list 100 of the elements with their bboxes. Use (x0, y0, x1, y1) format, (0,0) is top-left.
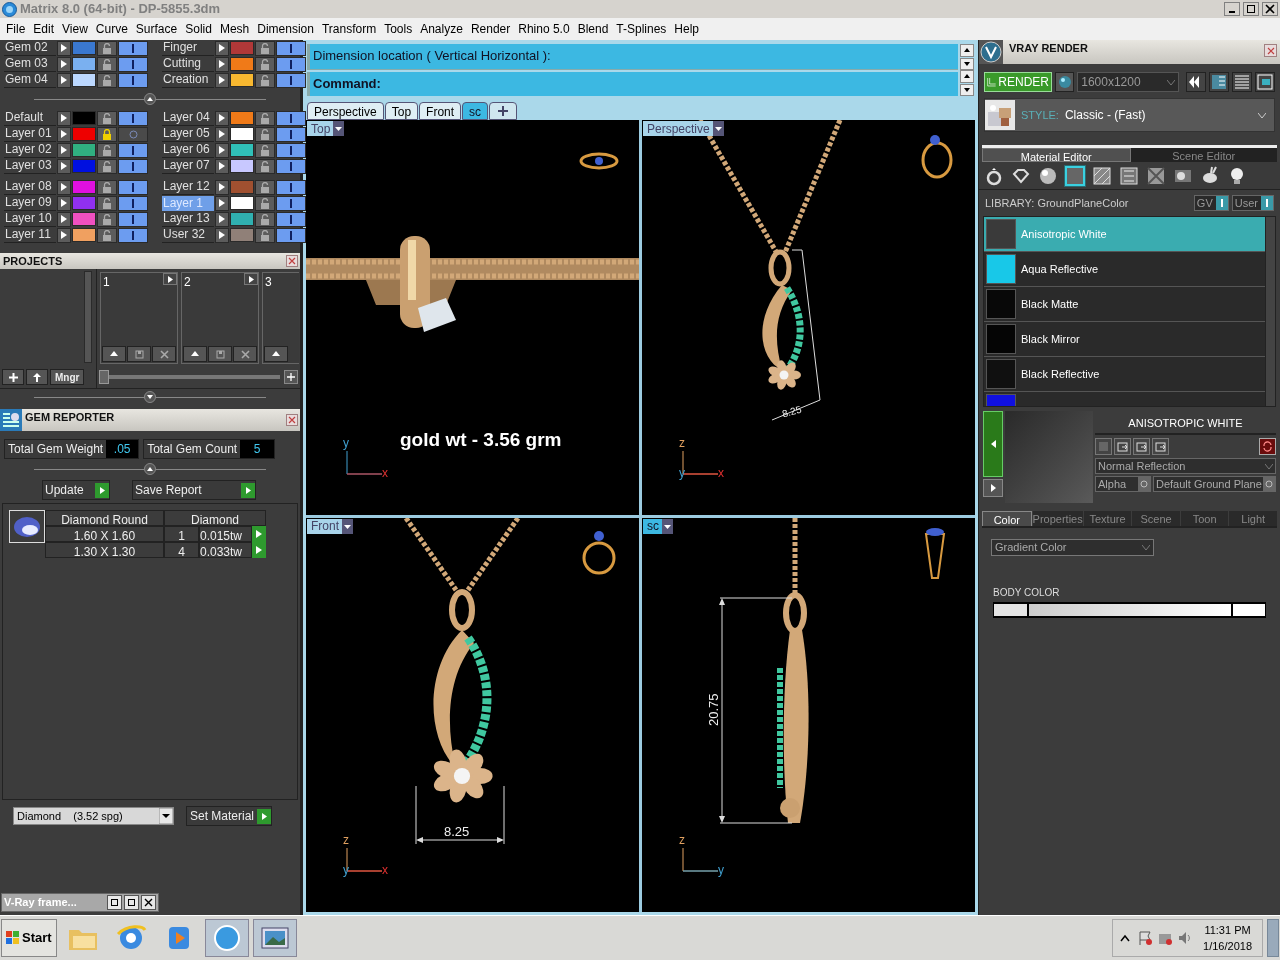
layer-name[interactable]: Gem 03 (4, 56, 56, 72)
editor-tab[interactable]: Scene Editor (1130, 148, 1277, 162)
layer-name[interactable]: Layer 12 (162, 179, 214, 195)
layer-name[interactable]: Cutting (162, 56, 214, 72)
library-toggle[interactable]: GV (1193, 195, 1229, 211)
layer-name[interactable]: Layer 10 (4, 211, 56, 227)
layer-name[interactable]: Layer 09 (4, 195, 56, 211)
weight-annotation: gold wt - 3.56 grm (400, 428, 562, 452)
viewport[interactable]: 20.75 sc z y (642, 517, 975, 912)
layer-name[interactable]: Layer 06 (162, 142, 214, 158)
axis-label: z (679, 834, 685, 846)
window-title: Matrix 8.0 (64-bit) - DP-5855.3dm (20, 0, 221, 19)
project-slot[interactable]: 2 (181, 272, 259, 364)
render-button[interactable]: RENDER (984, 72, 1052, 92)
menu-item[interactable]: File (2, 20, 30, 38)
menu-item[interactable]: Rhino 5.0 (514, 20, 574, 38)
axis-label: z (343, 834, 349, 846)
menu-item[interactable]: T-Splines (612, 20, 671, 38)
material-name: Black Reflective (1020, 366, 1100, 382)
layer-name[interactable]: Layer 13 (162, 211, 214, 227)
viewport-label[interactable]: Front (307, 518, 353, 534)
menu-item[interactable]: Curve (91, 20, 132, 38)
editor-tab[interactable]: Material Editor (982, 148, 1131, 162)
layer-name[interactable]: Layer 07 (162, 158, 214, 174)
menu-item[interactable]: Blend (573, 20, 613, 38)
command-prompt: Command: (307, 72, 958, 96)
style-dropdown[interactable]: STYLE: Classic - (Fast) (984, 98, 1275, 132)
set-material-button[interactable]: Set Material (186, 806, 273, 826)
menu-item[interactable]: Mesh (215, 20, 254, 38)
slot-number: 1 (102, 274, 111, 291)
material-row[interactable]: Aqua Reflective (984, 252, 1265, 287)
table-cell: 1 (164, 526, 199, 542)
menu-item[interactable]: Solid (181, 20, 216, 38)
menu-item[interactable]: View (58, 20, 92, 38)
view-tab[interactable]: sc (462, 102, 489, 120)
menu-item[interactable]: Help (670, 20, 704, 38)
viewport[interactable]: gold wt - 3.56 grm Top y x (306, 120, 639, 515)
save-report-button[interactable]: Save Report (132, 480, 256, 500)
layer-name[interactable]: User 32 (162, 227, 214, 243)
axis-label: z (679, 436, 685, 449)
menu-item[interactable]: Analyze (416, 20, 467, 38)
material-row[interactable]: Black Reflective (984, 357, 1265, 392)
viewport[interactable]: 8.25 Front z y x (306, 517, 639, 912)
property-tab[interactable]: Properties (1032, 511, 1083, 526)
layer-name[interactable]: Creation (162, 72, 214, 88)
resolution-dropdown[interactable]: 1600x1200 (1077, 72, 1179, 92)
project-slot[interactable]: 3 (262, 272, 299, 364)
viewport[interactable]: 8.25 Perspective z y x (642, 120, 975, 515)
viewport-label[interactable]: Top (307, 121, 345, 136)
view-tab[interactable]: Front (419, 102, 462, 120)
axis-label: y (679, 466, 685, 479)
material-row[interactable]: Black Matte (984, 287, 1265, 322)
clock-date[interactable]: 1/16/2018 (1203, 938, 1252, 955)
menu-item[interactable]: Edit (29, 20, 59, 38)
menu-item[interactable]: Render (466, 20, 515, 38)
property-tab[interactable]: Scene (1132, 511, 1180, 526)
menu-item[interactable]: Tools (380, 20, 417, 38)
library-toggle[interactable]: User (1231, 195, 1274, 211)
ground-plane-toggle[interactable]: Default Ground Plane (1153, 476, 1276, 492)
viewport-label[interactable]: sc (643, 518, 673, 534)
layer-name[interactable]: Layer 05 (162, 126, 214, 142)
alpha-toggle[interactable]: Alpha (1095, 476, 1151, 492)
clock-time[interactable]: 11:31 PM (1204, 921, 1251, 938)
material-dropdown[interactable]: Diamond (3.52 spg) (13, 807, 174, 825)
field-label: STYLE: (1021, 107, 1059, 123)
layer-name[interactable]: Layer 08 (4, 179, 56, 195)
menu-item[interactable]: Surface (131, 20, 182, 38)
layer-name[interactable]: Layer 01 (4, 126, 56, 142)
project-slot[interactable]: 1 (100, 272, 178, 364)
manager-button[interactable]: Mngr (50, 369, 85, 385)
material-row[interactable]: Black Mirror (984, 322, 1265, 357)
material-name: Anisotropic White (1020, 226, 1107, 242)
start-button[interactable]: Start (1, 919, 57, 957)
property-tab[interactable]: Color (982, 511, 1032, 526)
panel-title: GEM REPORTER (24, 410, 116, 425)
color-mode-dropdown[interactable]: Gradient Color (991, 539, 1154, 556)
layer-name[interactable]: Gem 02 (4, 40, 56, 56)
layer-name[interactable]: Layer 11 (4, 227, 56, 243)
menu-item[interactable]: Dimension (253, 20, 318, 38)
view-tab[interactable]: Perspective (307, 102, 384, 120)
layer-name[interactable]: Layer 04 (162, 110, 214, 126)
layer-name[interactable]: Layer 03 (4, 158, 56, 174)
axis-label: x (718, 466, 724, 479)
property-tab[interactable]: Texture (1083, 511, 1132, 526)
command-history: Dimension location ( Vertical Horizontal ): (307, 44, 958, 70)
slot-number: 3 (264, 274, 273, 291)
property-tab[interactable]: Light (1229, 511, 1278, 526)
dimension-label: 20.75 (704, 693, 722, 726)
layer-name[interactable]: Default (4, 110, 56, 126)
layer-name[interactable]: Finger (162, 40, 214, 56)
view-tab[interactable]: Top (384, 102, 419, 120)
reflection-dropdown[interactable]: Normal Reflection (1095, 458, 1276, 474)
menu-item[interactable]: Transform (317, 20, 381, 38)
property-tab[interactable]: Toon (1180, 511, 1229, 526)
update-button[interactable]: Update (42, 480, 110, 500)
layer-name[interactable]: Layer 02 (4, 142, 56, 158)
axis-label: x (382, 864, 388, 876)
viewport-label[interactable]: Perspective (643, 121, 724, 136)
layer-name[interactable]: Gem 04 (4, 72, 56, 88)
library-label: LIBRARY: GroundPlaneColor (985, 195, 1130, 211)
